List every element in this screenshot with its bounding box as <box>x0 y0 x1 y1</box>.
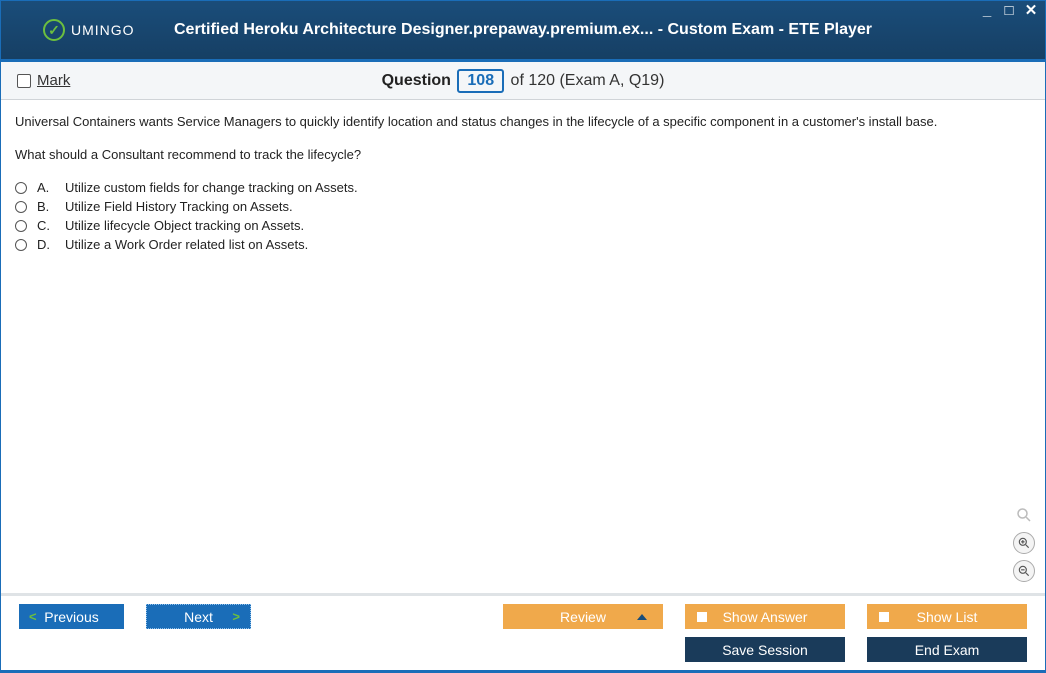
mark-checkbox[interactable] <box>17 74 31 88</box>
answer-option[interactable]: C. Utilize lifecycle Object tracking on … <box>15 218 1031 233</box>
next-label: Next <box>184 609 213 625</box>
answer-text: Utilize a Work Order related list on Ass… <box>65 237 308 252</box>
next-button[interactable]: Next > <box>146 604 251 629</box>
question-line-2: What should a Consultant recommend to tr… <box>15 147 1031 162</box>
window-title: Certified Heroku Architecture Designer.p… <box>1 21 1045 39</box>
answer-list: A. Utilize custom fields for change trac… <box>15 180 1031 252</box>
app-logo: ✓ UMINGO <box>43 19 135 41</box>
question-word: Question <box>382 72 451 89</box>
save-session-label: Save Session <box>722 642 808 658</box>
chevron-right-icon: > <box>232 609 240 624</box>
mark-label[interactable]: Mark <box>37 72 70 89</box>
radio-icon[interactable] <box>15 239 27 251</box>
show-answer-button[interactable]: Show Answer <box>685 604 845 629</box>
radio-icon[interactable] <box>15 220 27 232</box>
question-number: 108 <box>457 69 504 93</box>
answer-letter: D. <box>37 237 55 252</box>
answer-option[interactable]: D. Utilize a Work Order related list on … <box>15 237 1031 252</box>
answer-text: Utilize Field History Tracking on Assets… <box>65 199 293 214</box>
maximize-button[interactable]: □ <box>1001 3 1017 18</box>
answer-text: Utilize lifecycle Object tracking on Ass… <box>65 218 304 233</box>
show-list-button[interactable]: Show List <box>867 604 1027 629</box>
zoom-out-button[interactable] <box>1013 560 1035 582</box>
answer-text: Utilize custom fields for change trackin… <box>65 180 358 195</box>
mark-control: Mark <box>17 72 70 89</box>
minimize-button[interactable]: _ <box>979 3 995 18</box>
answer-letter: B. <box>37 199 55 214</box>
checkmark-icon: ✓ <box>43 19 65 41</box>
show-answer-label: Show Answer <box>723 609 808 625</box>
answer-letter: A. <box>37 180 55 195</box>
footer-bar: < Previous Next > Review Show Answer Sho… <box>1 593 1045 670</box>
end-exam-label: End Exam <box>915 642 980 658</box>
answer-option[interactable]: B. Utilize Field History Tracking on Ass… <box>15 199 1031 214</box>
previous-label: Previous <box>44 609 98 625</box>
logo-text: UMINGO <box>71 22 135 38</box>
question-of-text: of 120 (Exam A, Q19) <box>511 72 665 89</box>
search-icon[interactable] <box>1013 504 1035 526</box>
radio-icon[interactable] <box>15 201 27 213</box>
question-content: Universal Containers wants Service Manag… <box>1 100 1045 592</box>
zoom-controls <box>1013 504 1035 582</box>
save-session-button[interactable]: Save Session <box>685 637 845 662</box>
question-line-1: Universal Containers wants Service Manag… <box>15 114 1031 129</box>
show-list-label: Show List <box>917 609 978 625</box>
end-exam-button[interactable]: End Exam <box>867 637 1027 662</box>
previous-button[interactable]: < Previous <box>19 604 124 629</box>
review-label: Review <box>560 609 606 625</box>
answer-letter: C. <box>37 218 55 233</box>
square-icon <box>879 612 889 622</box>
answer-option[interactable]: A. Utilize custom fields for change trac… <box>15 180 1031 195</box>
question-counter: Question 108 of 120 (Exam A, Q19) <box>1 69 1045 93</box>
window-controls: _ □ ✕ <box>979 3 1039 18</box>
question-toolbar: Mark Question 108 of 120 (Exam A, Q19) <box>1 62 1045 100</box>
review-button[interactable]: Review <box>503 604 663 629</box>
triangle-up-icon <box>637 614 647 620</box>
close-button[interactable]: ✕ <box>1023 3 1039 18</box>
radio-icon[interactable] <box>15 182 27 194</box>
chevron-left-icon: < <box>29 609 37 624</box>
square-icon <box>697 612 707 622</box>
title-bar: _ □ ✕ ✓ UMINGO Certified Heroku Architec… <box>1 1 1045 59</box>
zoom-in-button[interactable] <box>1013 532 1035 554</box>
